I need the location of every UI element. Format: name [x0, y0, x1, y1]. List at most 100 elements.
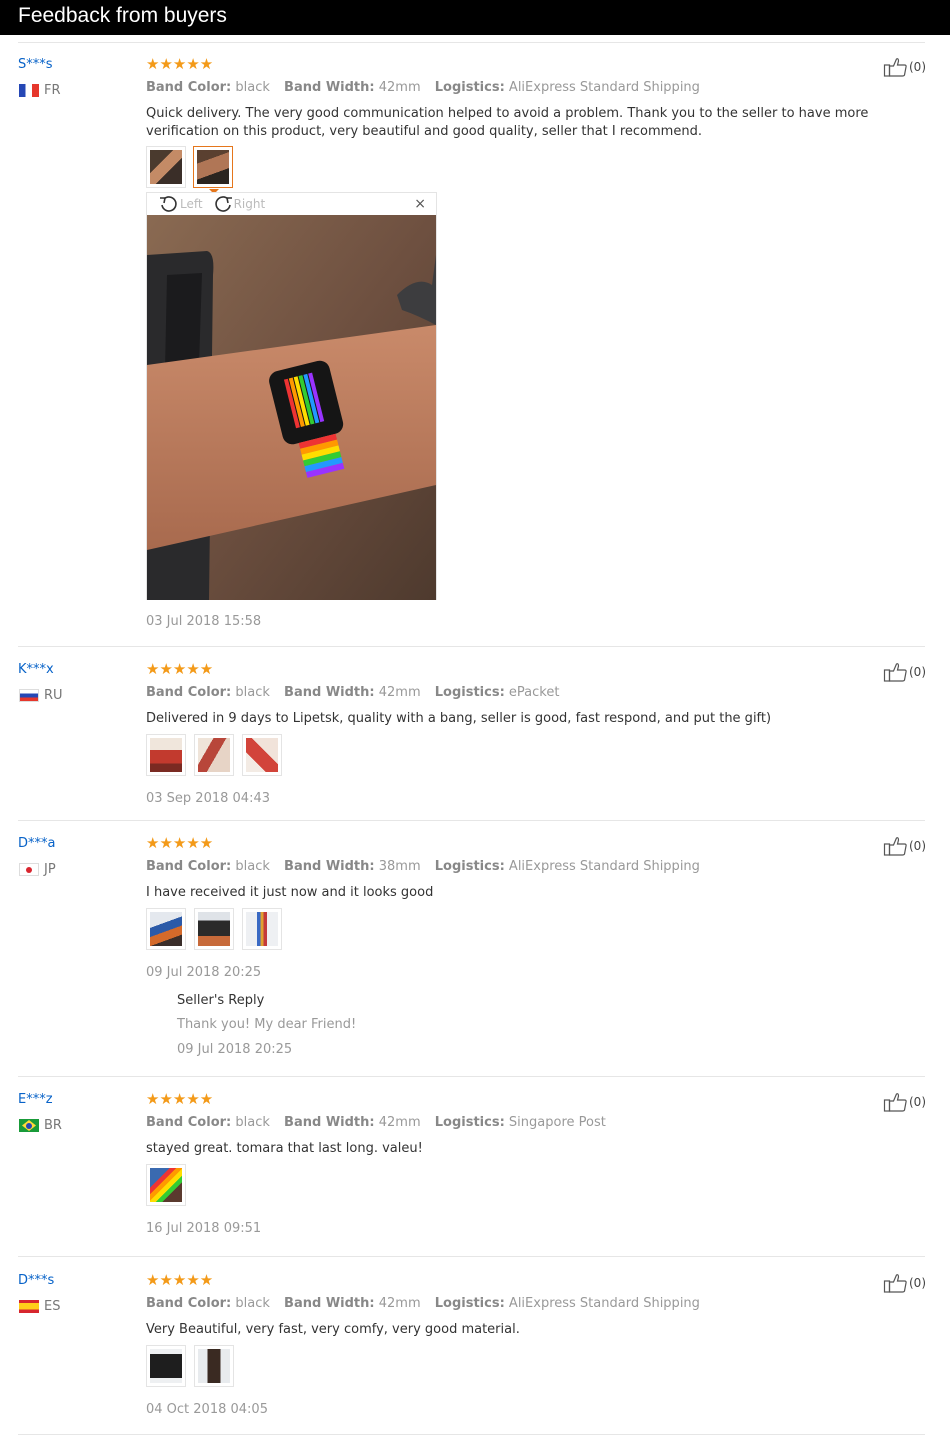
helpful-button[interactable]: (0)	[883, 662, 926, 682]
attr-label: Logistics:	[434, 859, 505, 874]
reviewer-country: BR	[19, 1118, 62, 1133]
logistics-value: AliExpress Standard Shipping	[508, 80, 700, 95]
reviewer-country: JP	[19, 862, 56, 877]
rotate-right-button[interactable]: Right	[213, 195, 266, 213]
divider	[18, 1434, 925, 1435]
rotate-right-label: Right	[233, 197, 266, 211]
attr-label: Band Width:	[284, 80, 375, 95]
review-attributes: Band Color: black Band Width: 42mm Logis…	[146, 1115, 616, 1130]
star-rating: ★★★★★	[146, 1271, 214, 1289]
attr-label: Band Width:	[284, 1296, 375, 1311]
logistics-value: Singapore Post	[508, 1115, 606, 1130]
divider	[18, 1076, 925, 1077]
reviewer-country: RU	[19, 688, 63, 703]
review-photo-thumb[interactable]	[146, 146, 186, 188]
review-date: 16 Jul 2018 09:51	[146, 1221, 262, 1236]
review-photo-thumb[interactable]	[193, 146, 233, 188]
reviewer-name[interactable]: D***a	[18, 836, 55, 851]
rotate-left-label: Left	[180, 197, 203, 211]
review-photo-thumb[interactable]	[146, 908, 186, 950]
review-photo-thumb[interactable]	[242, 734, 282, 776]
reviewer-name[interactable]: K***x	[18, 662, 54, 677]
helpful-button[interactable]: (0)	[883, 1273, 926, 1293]
review-date: 09 Jul 2018 20:25	[146, 965, 262, 980]
divider	[18, 1256, 925, 1257]
star-rating: ★★★★★	[146, 55, 214, 73]
thumb-up-icon	[883, 836, 908, 856]
star-rating: ★★★★★	[146, 1090, 214, 1108]
review-photo-thumb[interactable]	[146, 1345, 186, 1387]
helpful-count: (0)	[909, 665, 926, 679]
logistics-value: AliExpress Standard Shipping	[508, 859, 700, 874]
review-photo-thumb[interactable]	[194, 908, 234, 950]
country-code: RU	[44, 688, 63, 703]
close-icon[interactable]: ×	[414, 196, 426, 212]
band-width-value: 42mm	[378, 685, 421, 700]
seller-reply-date: 09 Jul 2018 20:25	[177, 1042, 293, 1057]
helpful-button[interactable]: (0)	[883, 57, 926, 77]
review-attributes: Band Color: black Band Width: 42mm Logis…	[146, 685, 569, 700]
flag-icon	[19, 1119, 39, 1132]
flag-icon	[19, 689, 39, 702]
divider	[18, 820, 925, 821]
thumb-up-icon	[883, 662, 908, 682]
review-text: I have received it just now and it looks…	[146, 885, 434, 900]
review-photo-thumb[interactable]	[194, 734, 234, 776]
seller-reply-text: Thank you! My dear Friend!	[177, 1017, 357, 1032]
attr-label: Logistics:	[434, 685, 505, 700]
review-text: Delivered in 9 days to Lipetsk, quality …	[146, 711, 772, 726]
flag-icon	[19, 1300, 39, 1313]
attr-label: Band Color:	[146, 1296, 232, 1311]
attr-label: Band Color:	[146, 685, 232, 700]
review-date: 04 Oct 2018 04:05	[146, 1402, 268, 1417]
attr-label: Logistics:	[434, 1115, 505, 1130]
reviewer-name[interactable]: E***z	[18, 1092, 53, 1107]
thumb-up-icon	[883, 57, 908, 77]
band-width-value: 42mm	[378, 1115, 421, 1130]
attr-label: Band Width:	[284, 859, 375, 874]
star-rating: ★★★★★	[146, 660, 214, 678]
band-color-value: black	[235, 80, 270, 95]
attr-label: Band Color:	[146, 859, 232, 874]
rotate-left-button[interactable]: Left	[159, 195, 203, 213]
review-photo-thumb[interactable]	[194, 1345, 234, 1387]
review-attributes: Band Color: black Band Width: 38mm Logis…	[146, 859, 710, 874]
flag-icon	[19, 84, 39, 97]
review-photo-large	[147, 215, 436, 600]
review-photo-thumb[interactable]	[146, 734, 186, 776]
rotate-right-icon	[214, 196, 232, 212]
photo-viewer: Left Right ×	[146, 192, 437, 600]
helpful-button[interactable]: (0)	[883, 836, 926, 856]
band-color-value: black	[235, 859, 270, 874]
helpful-count: (0)	[909, 1095, 926, 1109]
review-photo-thumb[interactable]	[242, 908, 282, 950]
attr-label: Band Color:	[146, 1115, 232, 1130]
band-color-value: black	[235, 1115, 270, 1130]
review-date: 03 Jul 2018 15:58	[146, 614, 262, 629]
helpful-count: (0)	[909, 60, 926, 74]
attr-label: Band Width:	[284, 1115, 375, 1130]
band-width-value: 42mm	[378, 1296, 421, 1311]
attr-label: Band Width:	[284, 685, 375, 700]
page-title: Feedback from buyers	[18, 4, 227, 27]
reviewer-name[interactable]: S***s	[18, 57, 53, 72]
review-attributes: Band Color: black Band Width: 42mm Logis…	[146, 1296, 710, 1311]
review-attributes: Band Color: black Band Width: 42mm Logis…	[146, 80, 710, 95]
review-photo-thumb[interactable]	[146, 1164, 186, 1206]
reviewer-name[interactable]: D***s	[18, 1273, 54, 1288]
helpful-button[interactable]: (0)	[883, 1092, 926, 1112]
divider	[18, 646, 925, 647]
rotate-left-icon	[160, 196, 177, 212]
viewer-toolbar: Left Right ×	[147, 193, 436, 215]
logistics-value: AliExpress Standard Shipping	[508, 1296, 700, 1311]
country-code: ES	[44, 1299, 61, 1314]
star-rating: ★★★★★	[146, 834, 214, 852]
review-text: stayed great. tomara that last long. val…	[146, 1141, 423, 1156]
seller-reply-title: Seller's Reply	[177, 993, 265, 1008]
band-color-value: black	[235, 685, 270, 700]
reviewer-country: FR	[19, 83, 61, 98]
logistics-value: ePacket	[508, 685, 560, 700]
flag-icon	[19, 863, 39, 876]
attr-label: Logistics:	[434, 1296, 505, 1311]
helpful-count: (0)	[909, 839, 926, 853]
